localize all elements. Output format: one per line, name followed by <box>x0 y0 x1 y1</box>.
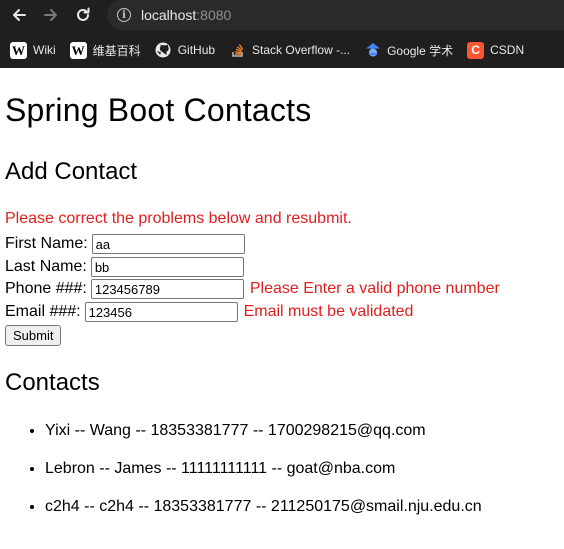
page-title: Spring Boot Contacts <box>5 92 312 128</box>
wikipedia-icon: W <box>69 41 87 59</box>
bookmark-stackoverflow[interactable]: Stack Overflow -... <box>229 42 350 59</box>
google-scholar-icon <box>364 42 381 59</box>
csdn-icon: C <box>467 41 485 59</box>
bookmark-csdn[interactable]: C CSDN <box>467 41 525 59</box>
email-label: Email ###: <box>5 303 81 320</box>
bookmark-label: Google 学术 <box>387 43 454 58</box>
phone-row: Phone ###: Please Enter a valid phone nu… <box>5 278 500 300</box>
list-item: Lebron -- James -- 11111111111 -- goat@n… <box>45 459 482 497</box>
email-input[interactable] <box>84 302 238 322</box>
add-contact-heading: Add Contact <box>5 158 138 185</box>
address-bar[interactable]: i localhost :8080 <box>107 0 564 30</box>
phone-input[interactable] <box>90 279 244 299</box>
back-button[interactable] <box>6 2 32 28</box>
wikipedia-icon: W <box>10 41 27 59</box>
bookmark-label: 维基百科 <box>92 43 141 58</box>
bookmark-label: CSDN <box>490 43 525 57</box>
first-name-input[interactable] <box>91 234 245 254</box>
phone-error: Please Enter a valid phone number <box>249 280 500 297</box>
list-item: Yixi -- Wang -- 18353381777 -- 170029821… <box>45 421 482 459</box>
url-host: localhost <box>141 7 197 23</box>
phone-label: Phone ###: <box>5 280 87 297</box>
bookmarks-bar: W Wiki W 维基百科 GitHub Stack Overflow -...… <box>0 36 564 64</box>
bookmark-wiki-zh[interactable]: W 维基百科 <box>69 41 141 59</box>
bookmark-google-scholar[interactable]: Google 学术 <box>364 42 453 59</box>
bookmark-label: Stack Overflow -... <box>252 43 351 57</box>
site-info-icon[interactable]: i <box>117 8 131 22</box>
browser-chrome: i localhost :8080 W Wiki W 维基百科 GitHub S… <box>0 0 564 68</box>
last-name-input[interactable] <box>90 257 244 277</box>
submit-button[interactable]: Submit <box>5 325 62 346</box>
bookmark-github[interactable]: GitHub <box>155 42 215 59</box>
stackoverflow-icon <box>229 42 246 59</box>
form-error-banner: Please correct the problems below and re… <box>5 210 352 227</box>
contacts-list: Yixi -- Wang -- 18353381777 -- 170029821… <box>0 421 482 535</box>
list-item: c2h4 -- c2h4 -- 18353381777 -- 211250175… <box>45 497 482 535</box>
last-name-row: Last Name: <box>5 256 244 278</box>
reload-button[interactable] <box>70 2 96 28</box>
forward-button[interactable] <box>38 2 64 28</box>
url-port: :8080 <box>196 7 232 23</box>
bookmark-wiki[interactable]: W Wiki <box>10 41 56 59</box>
arrow-left-icon <box>13 9 26 21</box>
bookmark-label: Wiki <box>33 43 56 57</box>
reload-icon <box>77 7 90 21</box>
first-name-row: First Name: <box>5 233 245 255</box>
bookmark-label: GitHub <box>177 43 216 57</box>
github-icon <box>155 42 172 59</box>
email-row: Email ###: Email must be validated <box>5 301 413 323</box>
arrow-right-icon <box>44 9 57 21</box>
contacts-heading: Contacts <box>5 369 100 396</box>
email-error: Email must be validated <box>243 303 414 320</box>
first-name-label: First Name: <box>5 235 88 252</box>
last-name-label: Last Name: <box>5 258 87 275</box>
